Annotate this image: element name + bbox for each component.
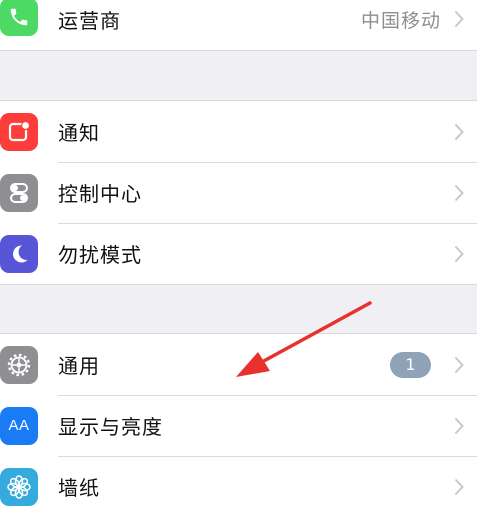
display-brightness-row[interactable]: AA 显示与亮度 xyxy=(0,395,477,456)
aa-text-icon: AA xyxy=(0,406,38,445)
chevron-right-icon xyxy=(451,243,467,265)
update-badge: 1 xyxy=(390,351,431,378)
phone-icon xyxy=(0,0,38,36)
wallpaper-label: 墙纸 xyxy=(58,476,100,500)
notifications-row[interactable]: 通知 xyxy=(0,101,477,162)
display-brightness-label: 显示与亮度 xyxy=(58,415,163,439)
do-not-disturb-row[interactable]: 勿扰模式 xyxy=(0,223,477,284)
control-center-label: 控制中心 xyxy=(58,182,142,206)
chevron-right-icon xyxy=(451,415,467,437)
aa-text-glyph: AA xyxy=(8,417,30,434)
chevron-right-icon xyxy=(451,8,467,30)
general-row[interactable]: 通用 1 xyxy=(0,334,477,395)
notifications-label: 通知 xyxy=(58,121,100,145)
control-center-row[interactable]: 控制中心 xyxy=(0,162,477,223)
settings-group-alerts: 通知 控制中心 勿扰模式 xyxy=(0,100,477,285)
gear-icon xyxy=(0,345,38,384)
general-label: 通用 xyxy=(58,354,100,378)
chevron-right-icon xyxy=(451,121,467,143)
carrier-value: 中国移动 xyxy=(360,9,441,32)
moon-icon xyxy=(0,234,38,273)
chevron-right-icon xyxy=(451,182,467,204)
do-not-disturb-label: 勿扰模式 xyxy=(58,243,142,267)
notifications-icon xyxy=(0,112,38,151)
settings-group-general: 通用 1 AA 显示与亮度 墙纸 xyxy=(0,333,477,517)
flower-icon xyxy=(0,467,38,506)
carrier-row[interactable]: 运营商 中国移动 xyxy=(0,0,477,50)
wallpaper-row[interactable]: 墙纸 xyxy=(0,456,477,517)
settings-group-carrier: 运营商 中国移动 xyxy=(0,0,477,51)
chevron-right-icon xyxy=(451,476,467,498)
chevron-right-icon xyxy=(451,354,467,376)
toggle-switches-icon xyxy=(0,173,38,212)
carrier-label: 运营商 xyxy=(58,8,121,33)
